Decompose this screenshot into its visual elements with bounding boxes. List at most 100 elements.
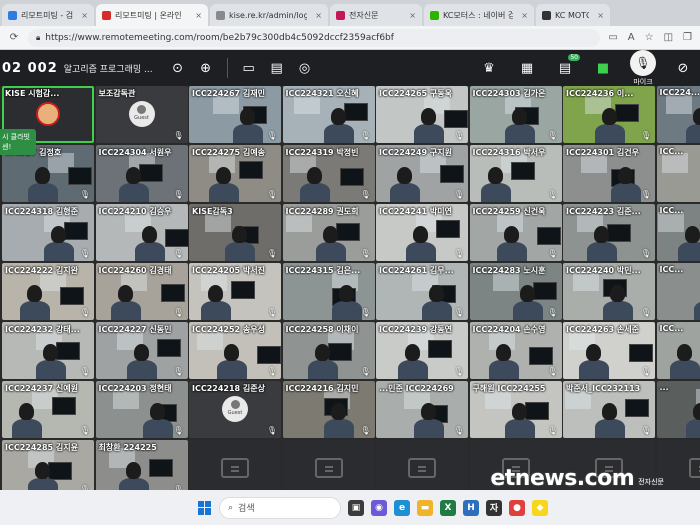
exit-icon[interactable]: ⊘ (672, 57, 694, 79)
participant-head (421, 403, 436, 420)
participant-tile[interactable]: ICC224267 김재민 🎙︎ (189, 86, 281, 143)
participant-tile[interactable]: ICC224203 정현태 🎙︎ (95, 381, 188, 438)
participant-tile[interactable]: Guest 보조감독관 🎙︎ (95, 86, 188, 143)
participant-tile[interactable]: ICC224205 박서진 🎙︎ (189, 263, 281, 320)
participant-tile[interactable]: ICC...🎙︎ (656, 145, 700, 202)
empty-slot[interactable] (189, 440, 281, 497)
participant-tile[interactable]: ICC224204 손수영 🎙︎ (469, 322, 562, 379)
record-icon[interactable]: ◎ (294, 57, 316, 79)
participant-tile[interactable]: ICC224318 김형준 🎙︎ (2, 204, 94, 261)
browser-tab[interactable]: 전자신문 × (330, 4, 422, 26)
participant-tile[interactable]: ICC...🎙︎ (656, 263, 700, 320)
participant-tile[interactable]: ICC224252 송우성 🎙︎ (189, 322, 281, 379)
tab-close-icon[interactable]: × (195, 11, 202, 20)
participant-tile[interactable]: 최창환 224225 🎙︎ (95, 440, 188, 497)
participant-tile[interactable]: ICC224275 김예송 🎙︎ (189, 145, 281, 202)
participant-tile[interactable]: ICC...🎙︎ (656, 322, 700, 379)
empty-slot[interactable] (376, 440, 468, 497)
document-icon[interactable]: ▤ (266, 57, 288, 79)
layout-grid-icon[interactable]: ▦ (516, 57, 538, 79)
monitor (164, 229, 188, 247)
read-aloud-icon[interactable]: A (628, 32, 635, 43)
participant-tile[interactable]: ICC224259 신건욱 🎙︎ (469, 204, 562, 261)
collections-icon[interactable]: ❐ (683, 32, 692, 43)
meet-icon[interactable]: ◉ (371, 499, 387, 516)
camera-toggle-icon[interactable]: ■ (592, 57, 614, 79)
file-explorer-icon[interactable]: ▣ (348, 499, 364, 516)
chat-icon[interactable]: ▤ 50 (554, 54, 580, 79)
participant-tile[interactable]: ICC224289 권도희 🎙︎ (282, 204, 375, 261)
browser-tab[interactable]: 리모트미팅 - 검색 × (2, 4, 94, 26)
participant-tile[interactable]: ICC224261 김무... 🎙︎ (376, 263, 468, 320)
participant-tile[interactable]: ICC224263 손세준 🎙︎ (563, 322, 655, 379)
participant-tile[interactable]: KISE감독3 🎙︎ (189, 204, 281, 261)
participant-tile[interactable]: ICC224240 박민... 🎙︎ (563, 263, 655, 320)
participant-tile[interactable]: ICC224301 김건우 🎙︎ (563, 145, 655, 202)
browser-tab[interactable]: 리모트미팅 | 온라인 × (96, 4, 208, 26)
participant-tile[interactable]: ICC224321 오신혜 🎙︎ (282, 86, 375, 143)
browser-tab[interactable]: kise.re.kr/admin/login.ph × (210, 4, 328, 26)
participant-tile[interactable]: ICC224227 신동민 🎙︎ (95, 322, 188, 379)
tab-close-icon[interactable]: × (315, 11, 322, 20)
participant-tile[interactable]: ICC224237 신예원 🎙︎ (2, 381, 94, 438)
tab-close-icon[interactable]: × (409, 11, 416, 20)
participant-tile[interactable]: 구해원 ICC224255 🎙︎ (469, 381, 562, 438)
participant-tile[interactable]: ICC224283 노시훈 🎙︎ (469, 263, 562, 320)
lock-room-icon[interactable]: ⊙ (167, 57, 189, 79)
browser-tab[interactable]: KC모터스 : 네이버 검색 × (424, 4, 534, 26)
tab-close-icon[interactable]: × (81, 11, 88, 20)
participant-tile[interactable]: ICC224223 김준... 🎙︎ (563, 204, 655, 261)
participant-tile[interactable]: ICC224216 김지민 🎙︎ (282, 381, 375, 438)
participant-tile[interactable]: ICC224...🎙︎ (656, 86, 700, 143)
empty-slot[interactable] (282, 440, 375, 497)
watermark-logo: etnews.com (490, 466, 635, 491)
participant-tile[interactable]: ICC224236 이... 🎙︎ (563, 86, 655, 143)
add-user-icon[interactable]: ⊕ (195, 57, 217, 79)
edge-icon[interactable]: e (394, 499, 410, 516)
participant-tile[interactable]: ICC224319 박정빈 🎙︎ (282, 145, 375, 202)
hangul-icon[interactable]: H (463, 499, 479, 516)
excel-icon[interactable]: X (440, 499, 456, 516)
mic-muted-icon[interactable]: 🎙︎ (630, 49, 656, 76)
participant-tile[interactable]: ICC...🎙︎ (656, 204, 700, 261)
participant-name: ICC224283 노시훈 (472, 266, 546, 275)
chrome-icon[interactable]: ● (509, 499, 525, 516)
participant-tile[interactable]: ICC224304 서원우 🎙︎ (95, 145, 188, 202)
participant-tile[interactable]: ICC224315 김은... 🎙︎ (282, 263, 375, 320)
camera-icon[interactable]: ▭ (608, 32, 617, 43)
participant-tile[interactable]: ICC224258 이채이 🎙︎ (282, 322, 375, 379)
participant-tile[interactable]: ICC224241 박미연 🎙︎ (376, 204, 468, 261)
participant-tile[interactable]: ICC224316 박서우 🎙︎ (469, 145, 562, 202)
participant-tile[interactable]: ICC224249 구지원 🎙︎ (376, 145, 468, 202)
crown-icon[interactable]: ♛ (478, 57, 500, 79)
taskbar-search[interactable]: ⌕ 검색 (219, 496, 341, 519)
participant-name: ICC224318 김형준 (5, 207, 78, 216)
app-icon[interactable]: 자 (486, 499, 502, 516)
participant-tile[interactable]: ...🎙︎ (656, 381, 700, 438)
screen-share-icon[interactable]: ▭ (238, 57, 260, 79)
participant-tile[interactable]: 박준서_ICC232113 🎙︎ (563, 381, 655, 438)
participant-tile[interactable]: ICC224265 구동욱 🎙︎ (376, 86, 468, 143)
kakaotalk-icon[interactable]: ◆ (532, 499, 548, 516)
participant-tile[interactable]: ICC224222 김지완 🎙︎ (2, 263, 94, 320)
monitor (510, 162, 535, 180)
windows-start-icon[interactable] (198, 500, 212, 515)
reload-icon[interactable]: ⟳ (8, 32, 20, 43)
participant-tile[interactable]: ICC224232 강태... 🎙︎ (2, 322, 94, 379)
participant-tile[interactable]: ...민준 ICC224269 🎙︎ (376, 381, 468, 438)
tab-close-icon[interactable]: × (597, 11, 604, 20)
participant-body (201, 301, 231, 320)
participant-tile[interactable]: ICC224210 김승우 🎙︎ (95, 204, 188, 261)
participant-tile[interactable]: ICC224285 김지윤 🎙︎ (2, 440, 94, 497)
folder-icon[interactable]: ▬ (417, 499, 433, 516)
mic-control[interactable]: 🎙︎ 마이크 (630, 49, 656, 87)
url-field[interactable]: 🔒︎ https://www.remotemeeting.com/room/be… (28, 28, 601, 47)
participant-tile[interactable]: Guest ICC224218 김준상 🎙︎ (189, 381, 281, 438)
participant-tile[interactable]: ICC224239 강동연 🎙︎ (376, 322, 468, 379)
tab-close-icon[interactable]: × (521, 11, 528, 20)
participant-tile[interactable]: ICC224303 김가온 🎙︎ (469, 86, 562, 143)
browser-tab[interactable]: KC MOTORS × (536, 4, 610, 26)
split-screen-icon[interactable]: ◫ (664, 32, 673, 43)
favorite-icon[interactable]: ☆ (645, 32, 654, 43)
participant-tile[interactable]: ICC224260 김경태 🎙︎ (95, 263, 188, 320)
